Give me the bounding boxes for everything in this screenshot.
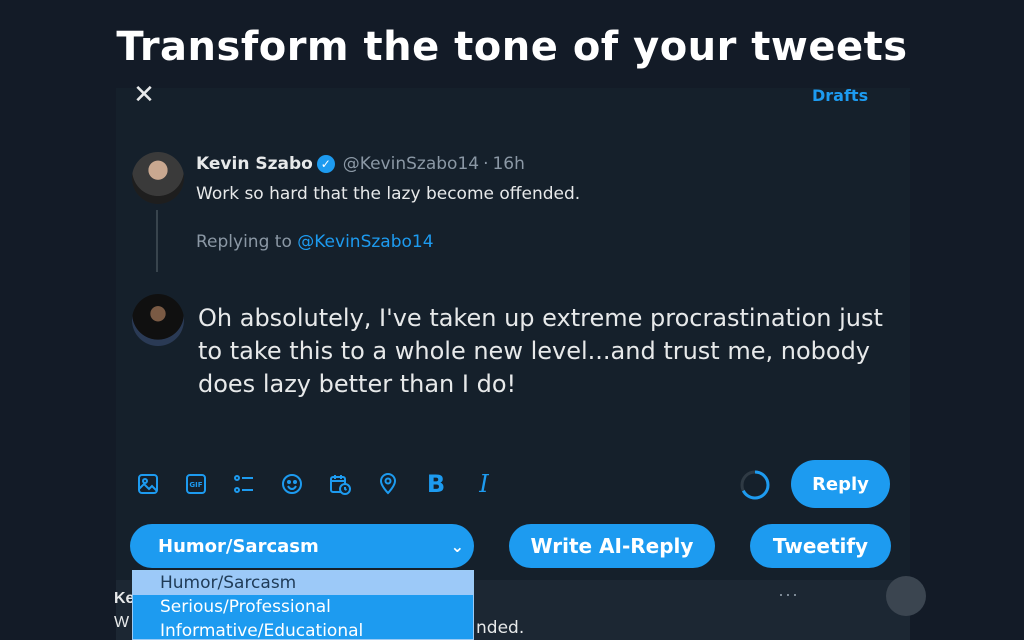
verified-badge-icon: ✓ [316, 155, 335, 173]
replying-to-line: Replying to @KevinSzabo14 [196, 232, 434, 252]
author-handle[interactable]: @KevinSzabo14 [343, 154, 479, 174]
user-avatar[interactable] [132, 294, 184, 346]
more-options-icon[interactable]: ··· [778, 584, 799, 605]
poll-icon[interactable] [230, 470, 258, 498]
reply-button[interactable]: Reply [791, 460, 890, 508]
background-tweet-text: nded. [476, 618, 525, 638]
tweet-time[interactable]: 16h [492, 154, 524, 174]
tone-select[interactable]: Humor/Sarcasm ⌄ [130, 524, 474, 568]
thread-connector [156, 210, 158, 272]
background-tweet-text-start: W [114, 614, 130, 631]
tone-select-value: Humor/Sarcasm [158, 535, 319, 557]
reply-text-input[interactable]: Oh absolutely, I've taken up extreme pro… [198, 302, 898, 401]
headline: Transform the tone of your tweets [116, 24, 908, 70]
original-tweet-header: Kevin Szabo ✓ @KevinSzabo14 · 16h [196, 154, 525, 174]
emoji-icon[interactable] [278, 470, 306, 498]
separator-dot: · [483, 154, 489, 174]
bold-icon[interactable]: B [422, 470, 450, 498]
tweetify-button[interactable]: Tweetify [750, 524, 891, 568]
composer-toolbar: GIF B I [134, 470, 518, 498]
original-author-avatar[interactable] [132, 152, 184, 204]
svg-text:GIF: GIF [189, 481, 202, 489]
image-icon[interactable] [134, 470, 162, 498]
drafts-button[interactable]: Drafts [812, 86, 868, 105]
tone-option[interactable]: Humor/Sarcasm [133, 571, 473, 595]
gif-icon[interactable]: GIF [182, 470, 210, 498]
location-icon[interactable] [374, 470, 402, 498]
close-icon[interactable]: ✕ [132, 81, 156, 107]
schedule-icon[interactable] [326, 470, 354, 498]
tone-option[interactable]: Serious/Professional [133, 595, 473, 619]
author-name[interactable]: Kevin Szabo [196, 154, 313, 174]
tone-option[interactable]: Informative/Educational [133, 619, 473, 639]
character-count-ring [740, 470, 770, 500]
replying-to-handle-link[interactable]: @KevinSzabo14 [297, 232, 433, 252]
original-tweet-text: Work so hard that the lazy become offend… [196, 184, 581, 204]
chevron-down-icon: ⌄ [450, 536, 464, 556]
italic-icon[interactable]: I [470, 470, 498, 498]
write-ai-reply-button[interactable]: Write AI-Reply [509, 524, 715, 568]
tone-dropdown-list: Humor/Sarcasm Serious/Professional Infor… [132, 570, 474, 640]
replying-to-label: Replying to [196, 232, 292, 252]
background-avatar[interactable] [886, 576, 926, 616]
